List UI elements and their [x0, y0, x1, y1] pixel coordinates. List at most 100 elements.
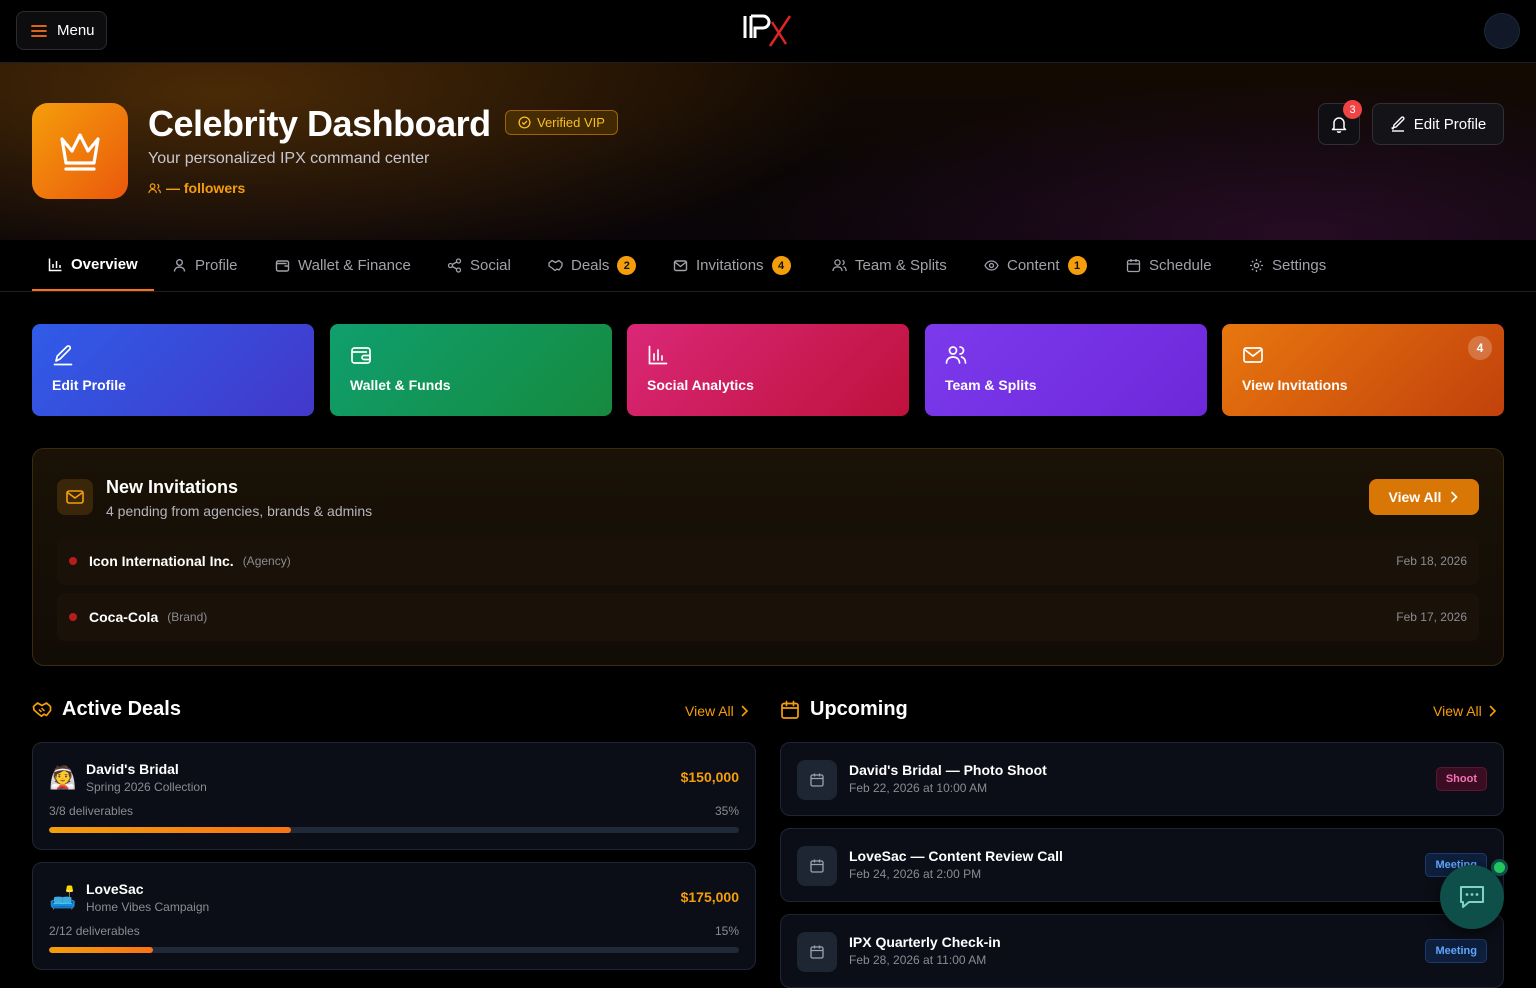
deal-percent: 35%	[714, 804, 739, 818]
followers-count: — followers	[148, 180, 245, 196]
deal-emoji: 👰	[49, 765, 77, 790]
event-time: Feb 28, 2026 at 11:00 AM	[849, 953, 987, 967]
chevron-right-icon	[1488, 705, 1497, 717]
deal-progress-bar	[49, 947, 739, 953]
view-all-label: View All	[685, 703, 734, 719]
tab-overview[interactable]: Overview	[32, 240, 154, 291]
quick-action-team-splits[interactable]: Team & Splits	[925, 324, 1207, 416]
deal-emoji: 🛋️	[49, 885, 77, 910]
deal-deliverables: 2/12 deliverables	[49, 924, 140, 938]
quick-action-label: View Invitations	[1242, 377, 1348, 393]
quick-action-label: Wallet & Funds	[350, 377, 451, 393]
tab-label: Overview	[71, 256, 138, 273]
invitation-type: (Brand)	[167, 610, 208, 624]
invitation-row[interactable]: Coca-Cola (Brand) Feb 17, 2026	[57, 593, 1479, 641]
quick-action-edit-profile[interactable]: Edit Profile	[32, 324, 314, 416]
view-all-label: View All	[1388, 489, 1442, 505]
event-title: LoveSac — Content Review Call	[849, 848, 1063, 864]
section-title: Upcoming	[810, 698, 908, 720]
verified-vip-badge: Verified VIP	[505, 110, 618, 135]
upcoming-event-card[interactable]: IPX Quarterly Check-in Feb 28, 2026 at 1…	[780, 914, 1504, 988]
handshake-icon	[548, 258, 563, 273]
tab-label: Social	[470, 257, 511, 274]
user-avatar[interactable]	[1484, 13, 1520, 49]
menu-button[interactable]: Menu	[16, 11, 107, 50]
event-title: IPX Quarterly Check-in	[849, 934, 1001, 950]
tab-profile[interactable]: Profile	[156, 240, 254, 291]
invitation-date: Feb 18, 2026	[1396, 554, 1467, 568]
upcoming-view-all-link[interactable]: View All	[1433, 703, 1497, 719]
invitations-count-badge: 4	[771, 256, 791, 275]
unread-dot	[69, 557, 77, 565]
calendar-icon	[797, 932, 837, 972]
notification-count-badge: 3	[1343, 100, 1362, 119]
wallet-icon	[350, 344, 372, 366]
deal-brand: David's Bridal	[86, 761, 179, 777]
tab-label: Settings	[1272, 257, 1327, 274]
deal-campaign: Home Vibes Campaign	[86, 900, 210, 914]
share-icon	[447, 258, 462, 273]
mail-icon	[1242, 344, 1264, 366]
dashboard-hero: Celebrity Dashboard Verified VIP Your pe…	[0, 63, 1536, 240]
tab-label: Invitations	[696, 257, 764, 274]
deal-amount: $175,000	[680, 889, 739, 905]
tab-invitations[interactable]: Invitations 4	[657, 240, 807, 291]
calendar-icon	[1126, 258, 1141, 273]
tab-wallet-finance[interactable]: Wallet & Finance	[259, 240, 427, 291]
gear-icon	[1249, 258, 1264, 273]
event-time: Feb 24, 2026 at 2:00 PM	[849, 867, 982, 881]
event-title: David's Bridal — Photo Shoot	[849, 762, 1047, 778]
tab-team-splits[interactable]: Team & Splits	[816, 240, 963, 291]
users-icon	[832, 258, 847, 273]
tab-social[interactable]: Social	[431, 240, 527, 291]
edit-profile-label: Edit Profile	[1413, 115, 1487, 133]
tab-schedule[interactable]: Schedule	[1110, 240, 1228, 291]
deals-count-badge: 2	[617, 256, 637, 275]
chevron-right-icon	[1449, 491, 1459, 503]
chat-bubble-icon	[1458, 884, 1486, 910]
hamburger-icon	[31, 24, 47, 38]
upcoming-event-card[interactable]: David's Bridal — Photo Shoot Feb 22, 202…	[780, 742, 1504, 816]
invitations-title: New Invitations	[106, 477, 239, 497]
bell-icon	[1330, 115, 1348, 133]
upcoming-event-card[interactable]: LoveSac — Content Review Call Feb 24, 20…	[780, 828, 1504, 902]
calendar-icon	[797, 760, 837, 800]
pencil-icon	[1390, 116, 1406, 132]
edit-profile-button[interactable]: Edit Profile	[1372, 103, 1504, 145]
quick-action-view-invitations[interactable]: View Invitations 4	[1222, 324, 1504, 416]
page-title: Celebrity Dashboard	[148, 103, 491, 144]
new-invitations-panel: New Invitations 4 pending from agencies,…	[32, 448, 1504, 666]
users-icon	[945, 344, 967, 366]
invitation-row[interactable]: Icon International Inc. (Agency) Feb 18,…	[57, 537, 1479, 585]
invitation-type: (Agency)	[242, 554, 291, 568]
user-icon	[172, 258, 187, 273]
tab-bar: Overview Profile Wallet & Finance Social…	[0, 240, 1536, 292]
page-subtitle: Your personalized IPX command center	[148, 150, 430, 167]
deal-progress-bar	[49, 827, 739, 833]
content-count-badge: 1	[1067, 256, 1087, 275]
bar-chart-icon	[48, 257, 63, 272]
deals-view-all-link[interactable]: View All	[685, 703, 749, 719]
deal-card[interactable]: 👰 David's Bridal Spring 2026 Collection …	[32, 742, 756, 850]
eye-icon	[984, 258, 999, 273]
menu-label: Menu	[57, 22, 95, 39]
quick-action-label: Social Analytics	[647, 377, 754, 393]
tab-settings[interactable]: Settings	[1233, 240, 1342, 291]
invitations-view-all-button[interactable]: View All	[1369, 479, 1479, 515]
mail-icon	[57, 479, 93, 515]
followers-label: — followers	[166, 180, 246, 196]
ipx-logo[interactable]	[742, 12, 794, 48]
deal-card[interactable]: 🛋️ LoveSac Home Vibes Campaign $175,000 …	[32, 862, 756, 970]
check-circle-icon	[518, 116, 531, 129]
tab-label: Profile	[195, 257, 238, 274]
quick-action-social-analytics[interactable]: Social Analytics	[627, 324, 909, 416]
tab-deals[interactable]: Deals 2	[532, 240, 652, 291]
deal-progress-fill	[49, 827, 291, 833]
invitation-sender: Icon International Inc.	[89, 553, 234, 569]
quick-action-wallet-funds[interactable]: Wallet & Funds	[330, 324, 612, 416]
tab-content[interactable]: Content 1	[968, 240, 1103, 291]
bar-chart-icon	[647, 344, 669, 366]
deal-deliverables: 3/8 deliverables	[49, 804, 134, 818]
event-type-tag: Meeting	[1425, 939, 1487, 963]
unread-dot	[69, 613, 77, 621]
